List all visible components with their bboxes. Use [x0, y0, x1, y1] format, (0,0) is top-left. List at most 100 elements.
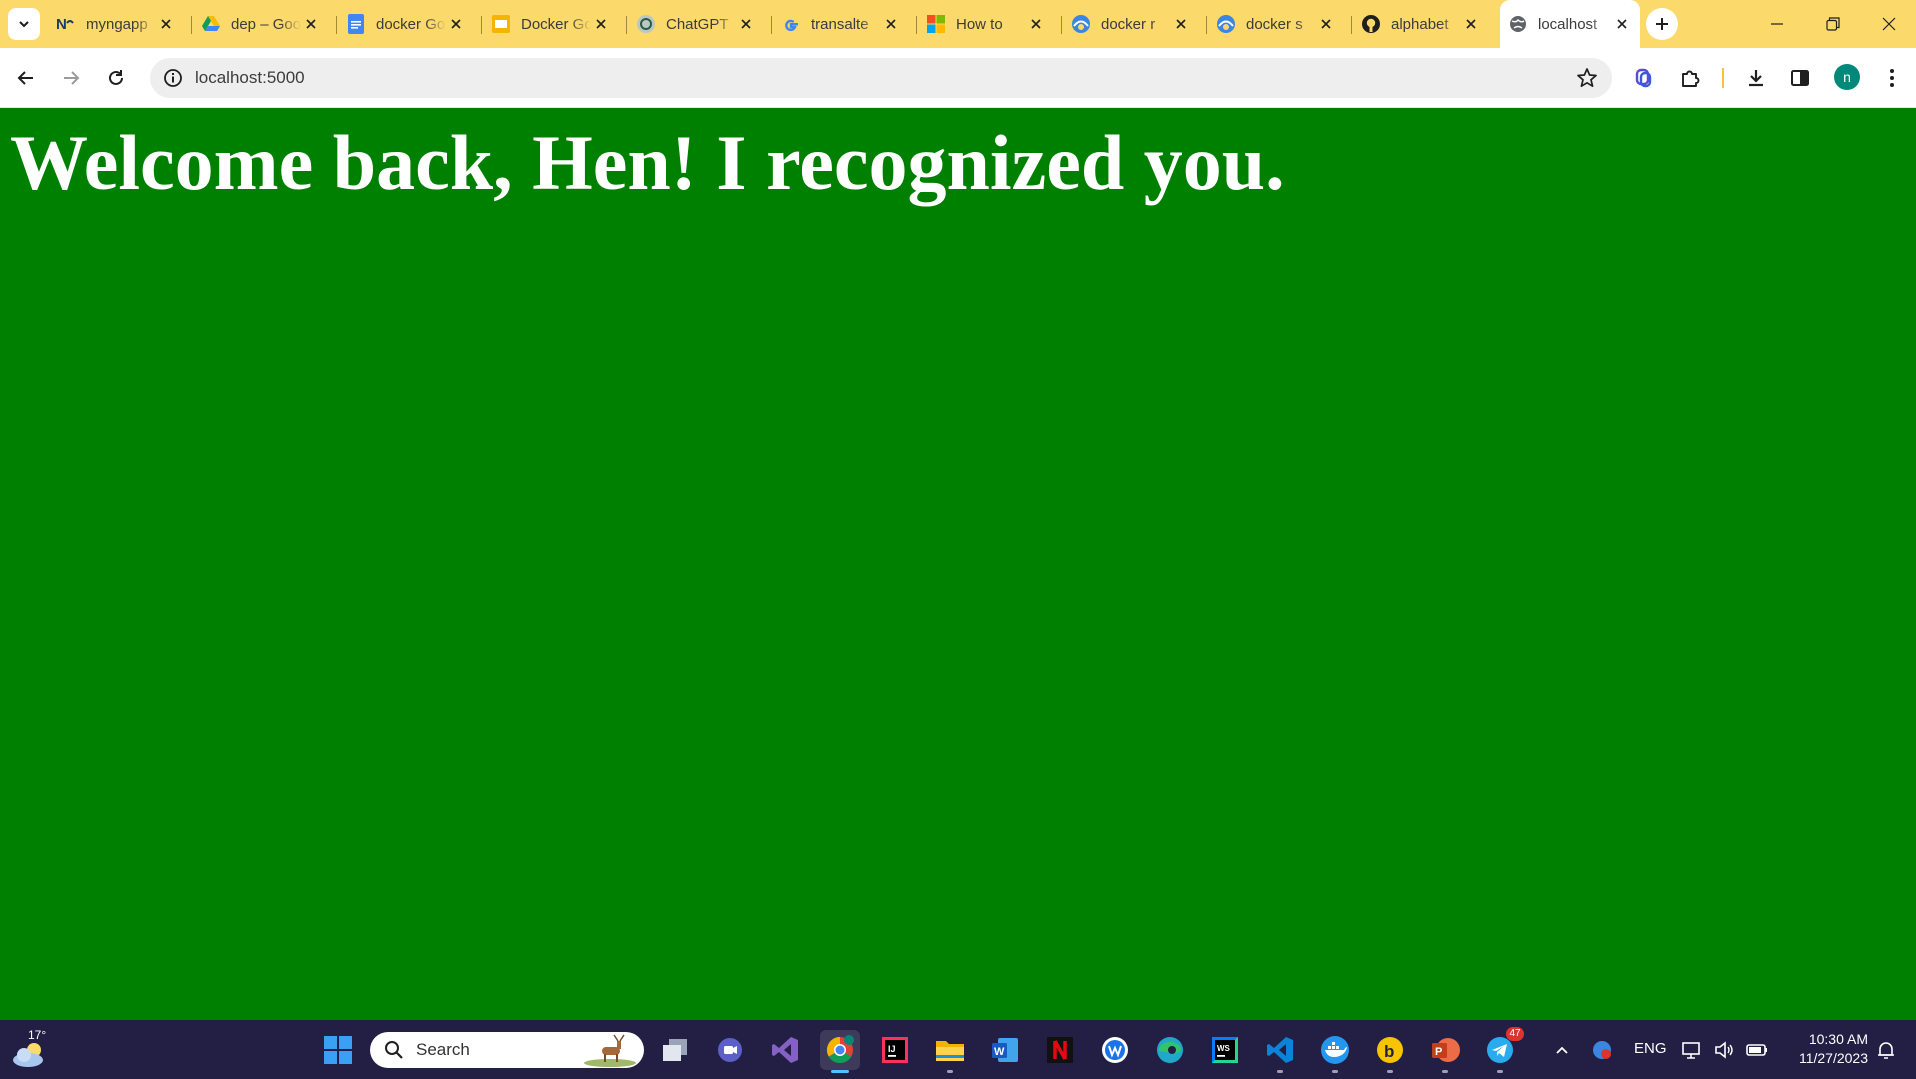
- tray-app-icon: [1593, 1041, 1611, 1059]
- edge-button[interactable]: [1150, 1030, 1190, 1070]
- close-icon[interactable]: [1461, 14, 1481, 34]
- tab-divider: [771, 16, 772, 34]
- reload-button[interactable]: [100, 62, 132, 94]
- start-button[interactable]: [318, 1030, 358, 1070]
- tab-localhost[interactable]: localhost: [1500, 0, 1640, 48]
- tab-divider: [1061, 16, 1062, 34]
- arrow-left-icon: [17, 71, 33, 85]
- puzzle-icon: [1682, 70, 1700, 87]
- powerpoint-button[interactable]: P: [1425, 1030, 1465, 1073]
- file-explorer-button[interactable]: [930, 1030, 970, 1073]
- task-view-button[interactable]: [655, 1030, 695, 1070]
- reload-icon: [109, 70, 123, 85]
- chevron-down-icon: [19, 21, 29, 28]
- restore-button[interactable]: [1805, 0, 1861, 48]
- side-panel-button[interactable]: [1784, 62, 1816, 94]
- forward-button[interactable]: [55, 62, 87, 94]
- bitwarden-like-button[interactable]: b: [1370, 1030, 1410, 1073]
- weather-widget[interactable]: 17°: [10, 1028, 50, 1072]
- taskbar-search[interactable]: Search: [370, 1032, 644, 1068]
- chrome-taskbar-button[interactable]: [820, 1030, 860, 1073]
- teams-chat-button[interactable]: [710, 1030, 750, 1070]
- word-button[interactable]: W: [985, 1030, 1025, 1070]
- close-icon[interactable]: [1316, 14, 1336, 34]
- side-panel-icon: [1791, 70, 1809, 86]
- network-icon: [1682, 1042, 1700, 1059]
- show-hidden-icons-button[interactable]: [1542, 1030, 1582, 1070]
- tab-title: localhost: [1538, 15, 1598, 33]
- tab-google-slides[interactable]: Docker Google Slides: [483, 8, 619, 40]
- close-icon[interactable]: [446, 14, 466, 34]
- docker-whale-icon: [1321, 1036, 1349, 1064]
- volume-button[interactable]: [1709, 1030, 1739, 1070]
- copilot-extension-icon: [1635, 68, 1652, 88]
- address-bar-url[interactable]: localhost:5000: [195, 58, 305, 98]
- powerpoint-icon: P: [1432, 1038, 1460, 1062]
- docker-desktop-button[interactable]: [1315, 1030, 1355, 1073]
- wps-app-button[interactable]: [1095, 1030, 1135, 1070]
- b-logo-icon: b: [1377, 1037, 1403, 1063]
- open-app-indicator: [1387, 1070, 1393, 1073]
- notifications-button[interactable]: [1868, 1030, 1904, 1070]
- system-clock[interactable]: 10:30 AM 11/27/2023: [1776, 1030, 1868, 1068]
- extension-copilot-button[interactable]: [1628, 62, 1660, 94]
- site-info-icon[interactable]: [162, 67, 184, 89]
- tab-google-docs[interactable]: docker Google Docs: [338, 8, 474, 40]
- tab-github[interactable]: alphabet: [1353, 8, 1489, 40]
- webstorm-button[interactable]: WS: [1205, 1030, 1245, 1070]
- close-icon[interactable]: [591, 14, 611, 34]
- google-docs-icon: [346, 14, 366, 34]
- close-icon[interactable]: [1612, 14, 1632, 34]
- docker-web-icon: [1071, 14, 1091, 34]
- telegram-button[interactable]: 47: [1480, 1027, 1524, 1073]
- notification-badge: 47: [1506, 1027, 1524, 1041]
- open-app-indicator: [947, 1070, 953, 1073]
- new-tab-button[interactable]: [1646, 8, 1678, 40]
- tab-divider: [626, 16, 627, 34]
- back-button[interactable]: [10, 62, 42, 94]
- minimize-button[interactable]: [1749, 0, 1805, 48]
- tab-search-button[interactable]: [8, 8, 40, 40]
- chrome-menu-button[interactable]: [1876, 62, 1908, 94]
- tab-divider: [481, 16, 482, 34]
- tab-myngapp[interactable]: N myngapp: [48, 8, 184, 40]
- visual-studio-button[interactable]: [765, 1030, 805, 1070]
- intellij-button[interactable]: IJ: [875, 1030, 915, 1070]
- vscode-button[interactable]: [1260, 1030, 1300, 1073]
- svg-text:W: W: [994, 1046, 1005, 1058]
- netflix-icon: [1047, 1037, 1073, 1063]
- welcome-heading: Welcome back, Hen! I recognized you.: [10, 119, 1285, 206]
- battery-button[interactable]: [1742, 1030, 1772, 1070]
- tab-google-drive[interactable]: dep – Google Drive: [193, 8, 329, 40]
- wps-cloud-icon: [1102, 1037, 1128, 1063]
- tab-how-to[interactable]: How to: [918, 8, 1054, 40]
- task-view-icon: [663, 1039, 687, 1061]
- input-language-indicator[interactable]: ENG: [1634, 1040, 1667, 1057]
- address-bar[interactable]: localhost:5000: [150, 58, 1612, 98]
- netflix-button[interactable]: [1040, 1030, 1080, 1070]
- minimize-icon: [1771, 23, 1783, 25]
- close-icon[interactable]: [881, 14, 901, 34]
- close-icon[interactable]: [736, 14, 756, 34]
- close-icon[interactable]: [301, 14, 321, 34]
- svg-text:IJ: IJ: [888, 1044, 896, 1054]
- tray-app-button[interactable]: [1582, 1030, 1622, 1070]
- globe-icon: [1508, 14, 1528, 34]
- tab-docker-r[interactable]: docker r: [1063, 8, 1199, 40]
- network-button[interactable]: [1676, 1030, 1706, 1070]
- close-icon[interactable]: [1171, 14, 1191, 34]
- bookmark-star-icon[interactable]: [1576, 67, 1598, 89]
- close-icon[interactable]: [1026, 14, 1046, 34]
- svg-text:P: P: [1435, 1046, 1442, 1058]
- tab-chatgpt[interactable]: ChatGPT: [628, 8, 764, 40]
- extensions-button[interactable]: [1674, 62, 1706, 94]
- close-window-button[interactable]: [1861, 0, 1916, 48]
- webstorm-icon: WS: [1212, 1037, 1238, 1063]
- tab-google-translate[interactable]: transalte: [773, 8, 909, 40]
- profile-avatar[interactable]: n: [1834, 64, 1860, 90]
- docker-web-icon: [1216, 14, 1236, 34]
- tab-docker-s[interactable]: docker s: [1208, 8, 1344, 40]
- downloads-button[interactable]: [1740, 62, 1772, 94]
- battery-icon: [1746, 1044, 1767, 1056]
- close-icon[interactable]: [156, 14, 176, 34]
